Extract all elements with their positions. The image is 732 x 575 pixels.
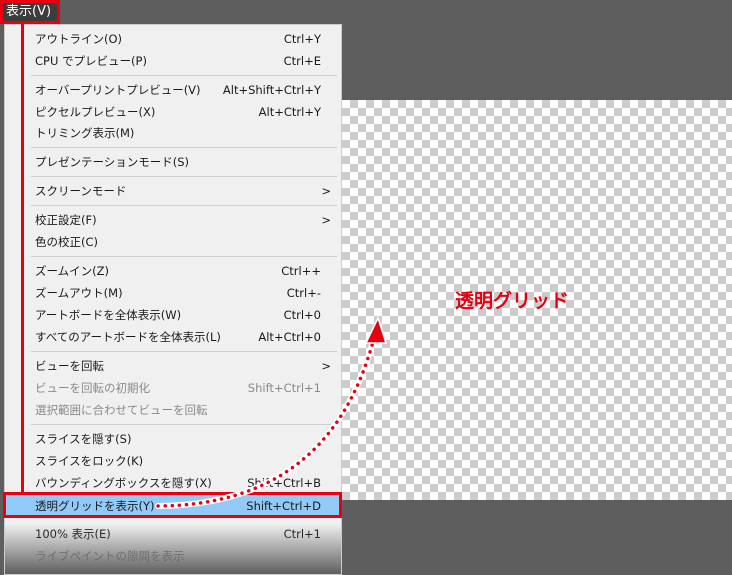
annotation-arrow — [155, 315, 388, 509]
annotation-label: 透明グリッド — [455, 290, 570, 312]
arrowhead-icon — [364, 315, 388, 344]
